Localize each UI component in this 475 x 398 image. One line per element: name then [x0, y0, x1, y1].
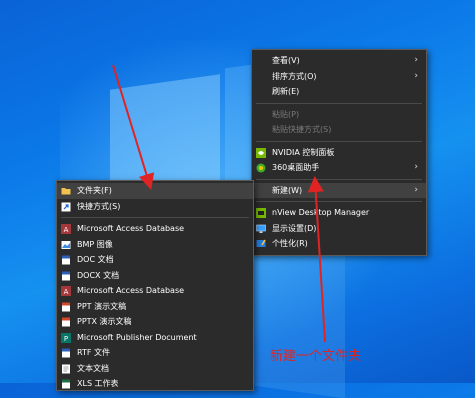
svg-text:A: A: [64, 288, 69, 296]
annotation-caption: 新建一个文件夹: [270, 349, 362, 364]
submenu-item-publisher[interactable]: P Microsoft Publisher Document: [57, 330, 253, 346]
menu-separator: [256, 201, 422, 202]
access-icon: A: [61, 286, 71, 296]
submenu-item-rtf[interactable]: RTF 文件: [57, 345, 253, 361]
menu-item-label: 新建(W): [272, 185, 303, 195]
submenu-item-xls[interactable]: XLS 工作表: [57, 376, 253, 390]
submenu-item-docx[interactable]: DOCX 文档: [57, 268, 253, 284]
menu-item-label: 粘贴快捷方式(S): [272, 125, 332, 134]
menu-item-label: nView Desktop Manager: [272, 208, 370, 217]
menu-item-label: 个性化(R): [272, 239, 308, 248]
personalize-icon: [256, 239, 266, 249]
submenu-item-folder[interactable]: 文件夹(F): [57, 183, 253, 199]
menu-separator: [256, 102, 422, 104]
360-icon: [256, 163, 266, 173]
shortcut-icon: [61, 202, 71, 212]
submenu-item-ppt[interactable]: PPT 演示文稿: [57, 299, 253, 315]
menu-item-sort-by[interactable]: 排序方式(O) ›: [252, 69, 426, 85]
nvidia-icon: [256, 147, 266, 158]
rtf-icon: [61, 348, 71, 358]
menu-item-360-desktop[interactable]: 360桌面助手 ›: [252, 160, 426, 176]
submenu-item-label: 文本文档: [77, 363, 109, 373]
svg-text:A: A: [64, 226, 69, 234]
menu-item-label: 360桌面助手: [272, 163, 320, 172]
menu-item-nview-desktop-manager[interactable]: nView Desktop Manager: [252, 205, 426, 221]
submenu-item-access-database-2[interactable]: A Microsoft Access Database: [57, 283, 253, 299]
menu-item-label: 粘贴(P): [272, 109, 300, 119]
chevron-right-icon: ›: [414, 184, 418, 195]
submenu-item-label: PPT 演示文稿: [77, 301, 127, 311]
menu-item-paste-shortcut: 粘贴快捷方式(S): [252, 122, 426, 138]
submenu-item-bmp-image[interactable]: BMP 图像: [57, 237, 253, 253]
menu-item-nvidia-control-panel[interactable]: NVIDIA 控制面板: [252, 145, 426, 161]
menu-item-display-settings[interactable]: 显示设置(D): [252, 221, 426, 237]
menu-item-label: 排序方式(O): [272, 71, 317, 81]
menu-item-label: 显示设置(D): [272, 223, 317, 233]
desktop-context-menu: 查看(V) › 排序方式(O) › 刷新(E) 粘贴(P) 粘贴快捷方式(S) …: [251, 49, 427, 256]
menu-item-refresh[interactable]: 刷新(E): [252, 84, 426, 100]
access-icon: A: [61, 224, 71, 234]
submenu-item-pptx[interactable]: PPTX 演示文稿: [57, 314, 253, 330]
menu-item-label: 查看(V): [272, 56, 300, 65]
menu-item-view[interactable]: 查看(V) ›: [252, 53, 426, 69]
menu-separator: [256, 178, 422, 180]
submenu-item-access-database[interactable]: A Microsoft Access Database: [57, 221, 253, 237]
submenu-item-label: PPTX 演示文稿: [77, 317, 132, 326]
submenu-item-label: BMP 图像: [77, 239, 113, 249]
submenu-item-label: 文件夹(F): [77, 186, 112, 195]
new-submenu: 文件夹(F) 快捷方式(S) A Microsoft Access Databa…: [56, 180, 254, 391]
menu-item-paste: 粘贴(P): [252, 107, 426, 123]
folder-icon: [61, 186, 71, 196]
menu-item-label: 刷新(E): [272, 87, 300, 96]
doc-icon: [61, 255, 71, 265]
submenu-item-doc[interactable]: DOC 文档: [57, 252, 253, 268]
chevron-right-icon: ›: [414, 162, 418, 172]
ppt-icon: [61, 302, 71, 312]
submenu-item-label: Microsoft Access Database: [77, 286, 185, 295]
submenu-item-label: XLS 工作表: [77, 379, 119, 388]
submenu-item-label: Microsoft Access Database: [77, 224, 185, 233]
svg-text:P: P: [64, 335, 68, 343]
submenu-item-label: Microsoft Publisher Document: [77, 332, 197, 342]
menu-separator: [256, 140, 422, 142]
xls-icon: [61, 379, 71, 389]
submenu-item-label: 快捷方式(S): [77, 201, 121, 211]
submenu-item-label: DOCX 文档: [77, 270, 120, 280]
txt-icon: [61, 364, 71, 374]
chevron-right-icon: ›: [414, 55, 418, 65]
menu-item-label: NVIDIA 控制面板: [272, 147, 335, 157]
menu-item-personalize[interactable]: 个性化(R): [252, 236, 426, 252]
submenu-item-label: RTF 文件: [77, 348, 111, 357]
pptx-icon: [61, 317, 71, 327]
menu-separator: [61, 217, 249, 218]
bmp-icon: [61, 240, 71, 250]
chevron-right-icon: ›: [414, 70, 418, 81]
menu-item-new[interactable]: 新建(W) ›: [252, 182, 426, 198]
docx-icon: [61, 271, 71, 281]
display-icon: [256, 224, 266, 234]
submenu-item-text-document[interactable]: 文本文档: [57, 361, 253, 377]
publisher-icon: P: [61, 332, 71, 343]
submenu-item-shortcut[interactable]: 快捷方式(S): [57, 199, 253, 215]
submenu-item-label: DOC 文档: [77, 255, 114, 264]
nview-icon: [256, 208, 266, 218]
